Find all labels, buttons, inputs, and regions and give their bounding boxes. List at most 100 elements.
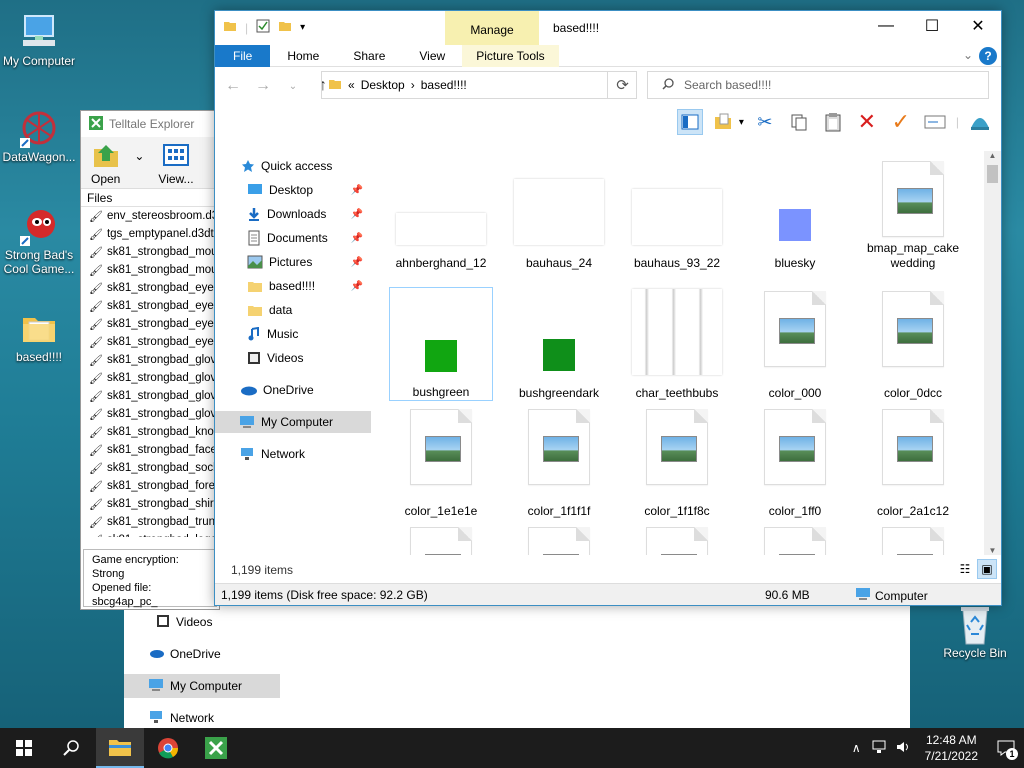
file-list-item[interactable]: 🖌 sk81_strongbad_eyes bbox=[81, 315, 219, 333]
nav-item-data[interactable]: data bbox=[215, 299, 371, 321]
back-button[interactable]: ← bbox=[223, 77, 243, 95]
file-tile[interactable]: bauhaus_93_22 bbox=[625, 157, 729, 271]
customize-dropdown-icon[interactable]: ▾ bbox=[300, 22, 305, 33]
pin-icon[interactable]: 📌 bbox=[351, 185, 363, 196]
tab-picture-tools[interactable]: Picture Tools bbox=[462, 45, 559, 67]
desktop-icon-datawagon[interactable]: DataWagon... bbox=[0, 108, 78, 164]
tab-home[interactable]: Home bbox=[270, 45, 336, 67]
copy-icon[interactable] bbox=[786, 109, 812, 135]
nav-item-desktop[interactable]: Desktop 📌 bbox=[215, 179, 371, 201]
breadcrumb-based[interactable]: based!!!! bbox=[421, 78, 467, 92]
vertical-scrollbar[interactable]: ▲ ▼ bbox=[984, 151, 1001, 555]
file-tile[interactable]: char_teethbubs bbox=[625, 287, 729, 401]
details-view-icon[interactable]: ☷ bbox=[955, 559, 975, 579]
breadcrumb-overflow[interactable]: « bbox=[348, 78, 355, 92]
file-list-item[interactable]: 🖌 sk81_strongbad_shirt bbox=[81, 495, 219, 513]
file-tile[interactable]: bluesky bbox=[743, 157, 847, 271]
taskbar-chrome[interactable] bbox=[144, 728, 192, 768]
folder-icon[interactable] bbox=[223, 19, 237, 36]
paste-icon[interactable] bbox=[820, 109, 846, 135]
scroll-down-arrow[interactable]: ▼ bbox=[984, 546, 1001, 555]
file-tile[interactable]: color_1e1e1e bbox=[389, 405, 493, 519]
taskbar-file-explorer[interactable] bbox=[96, 728, 144, 768]
file-list-item[interactable]: 🖌 sk81_strongbad_eyes bbox=[81, 297, 219, 315]
file-list-item[interactable]: 🖌 sk81_strongbad_eyes bbox=[81, 279, 219, 297]
file-tile[interactable]: color_0dcc bbox=[861, 287, 965, 401]
volume-icon[interactable] bbox=[891, 740, 915, 757]
nav-item-pictures[interactable]: Pictures 📌 bbox=[215, 251, 371, 273]
expand-ribbon-icon[interactable]: ⌄ bbox=[963, 48, 973, 62]
forward-button[interactable]: → bbox=[253, 77, 273, 95]
dropdown-button[interactable]: ⌄ bbox=[134, 141, 144, 184]
desktop-icon-recycle-bin[interactable]: Recycle Bin bbox=[936, 604, 1014, 660]
notification-center-button[interactable]: 1 bbox=[988, 728, 1024, 768]
minimize-button[interactable]: — bbox=[863, 11, 909, 41]
file-list-item[interactable]: 🖌 sk81_strongbad_glove bbox=[81, 387, 219, 405]
search-button[interactable] bbox=[48, 728, 96, 768]
pin-icon[interactable]: 📌 bbox=[351, 233, 363, 244]
nav-item-based[interactable]: based!!!! 📌 bbox=[215, 275, 371, 297]
desktop-icon-based-folder[interactable]: based!!!! bbox=[0, 308, 78, 364]
shell-icon[interactable] bbox=[967, 109, 993, 135]
close-button[interactable]: ✕ bbox=[955, 11, 1001, 41]
open-button[interactable]: Open bbox=[91, 141, 120, 186]
file-tile[interactable] bbox=[389, 523, 493, 555]
breadcrumb-desktop[interactable]: Desktop bbox=[361, 78, 405, 92]
nav-item-onedrive[interactable]: OneDrive bbox=[124, 642, 280, 666]
tab-file[interactable]: File bbox=[215, 45, 271, 67]
file-list-item[interactable]: 🖌env_stereosbroom.d3dtx bbox=[81, 207, 219, 225]
nav-item-network[interactable]: Network bbox=[124, 706, 280, 730]
nav-item-network[interactable]: Network bbox=[215, 443, 371, 465]
large-icons-view-icon[interactable]: ▣ bbox=[977, 559, 997, 579]
file-list-item[interactable]: 🖌 sk81_strongbad_face bbox=[81, 441, 219, 459]
file-tile[interactable]: bushgreendark bbox=[507, 287, 611, 401]
file-tile[interactable]: color_1f1f1f bbox=[507, 405, 611, 519]
telltale-titlebar[interactable]: Telltale Explorer bbox=[81, 111, 219, 137]
properties-button[interactable] bbox=[711, 109, 737, 135]
desktop-icon-my-computer[interactable]: My Computer bbox=[0, 12, 78, 68]
nav-item-my-computer[interactable]: My Computer bbox=[215, 411, 371, 433]
explorer-titlebar[interactable]: | ▾ Manage based!!!! — ☐ ✕ bbox=[215, 11, 1001, 45]
new-folder-icon[interactable] bbox=[278, 19, 292, 36]
file-tile[interactable] bbox=[625, 523, 729, 555]
file-tile[interactable]: color_2a1c12 bbox=[861, 405, 965, 519]
maximize-button[interactable]: ☐ bbox=[909, 11, 955, 41]
nav-item-my-computer[interactable]: My Computer bbox=[124, 674, 280, 698]
help-icon[interactable]: ? bbox=[979, 47, 997, 65]
nav-item-music[interactable]: Music bbox=[215, 323, 371, 345]
address-bar[interactable]: « Desktop › based!!!! bbox=[321, 71, 637, 99]
file-list-item[interactable]: 🖌 sk81_strongbad_mouth bbox=[81, 261, 219, 279]
search-input[interactable]: Search based!!!! bbox=[647, 71, 989, 99]
nav-item-videos[interactable]: Videos bbox=[124, 610, 280, 634]
nav-item-downloads[interactable]: Downloads 📌 bbox=[215, 203, 371, 225]
network-icon[interactable] bbox=[867, 740, 891, 757]
nav-item-videos[interactable]: Videos bbox=[215, 347, 371, 369]
tab-share[interactable]: Share bbox=[336, 45, 402, 67]
file-tile[interactable]: bmap_map_cake wedding bbox=[861, 157, 965, 271]
file-list-item[interactable]: 🖌 tgs_emptypanel.d3dtx bbox=[81, 225, 219, 243]
file-list-item[interactable]: 🖌sk81_strongbad_forearm bbox=[81, 477, 219, 495]
file-list-item[interactable]: 🖌 sk81_strongbad_trunk bbox=[81, 513, 219, 531]
file-list-item[interactable]: 🖌 sk81_strongbad_logo bbox=[81, 531, 219, 537]
files-column-header[interactable]: Files bbox=[81, 189, 219, 207]
preview-pane-button[interactable] bbox=[676, 109, 703, 135]
file-tile[interactable] bbox=[743, 523, 847, 555]
delete-icon[interactable]: ✕ bbox=[854, 109, 880, 135]
scroll-up-arrow[interactable]: ▲ bbox=[984, 151, 1001, 160]
recent-locations-button[interactable]: ⌄ bbox=[283, 81, 303, 92]
nav-item-quick-access[interactable]: Quick access bbox=[215, 155, 371, 177]
properties-icon[interactable] bbox=[256, 19, 270, 36]
file-list-item[interactable]: 🖌 sk81_strongbad_glove bbox=[81, 351, 219, 369]
start-button[interactable] bbox=[0, 728, 48, 768]
file-tile[interactable] bbox=[861, 523, 965, 555]
file-tile[interactable]: bauhaus_24 bbox=[507, 157, 611, 271]
taskbar-telltale-explorer[interactable] bbox=[192, 728, 240, 768]
file-tile[interactable] bbox=[507, 523, 611, 555]
scroll-thumb[interactable] bbox=[987, 165, 998, 183]
chevron-down-icon[interactable]: ▾ bbox=[739, 117, 744, 128]
rename-check-icon[interactable]: ✓ bbox=[888, 109, 914, 135]
clock[interactable]: 12:48 AM 7/21/2022 bbox=[915, 732, 988, 764]
file-tile[interactable]: color_1f1f8c bbox=[625, 405, 729, 519]
cut-icon[interactable]: ✂ bbox=[752, 109, 778, 135]
file-tile[interactable]: bushgreen bbox=[389, 287, 493, 401]
